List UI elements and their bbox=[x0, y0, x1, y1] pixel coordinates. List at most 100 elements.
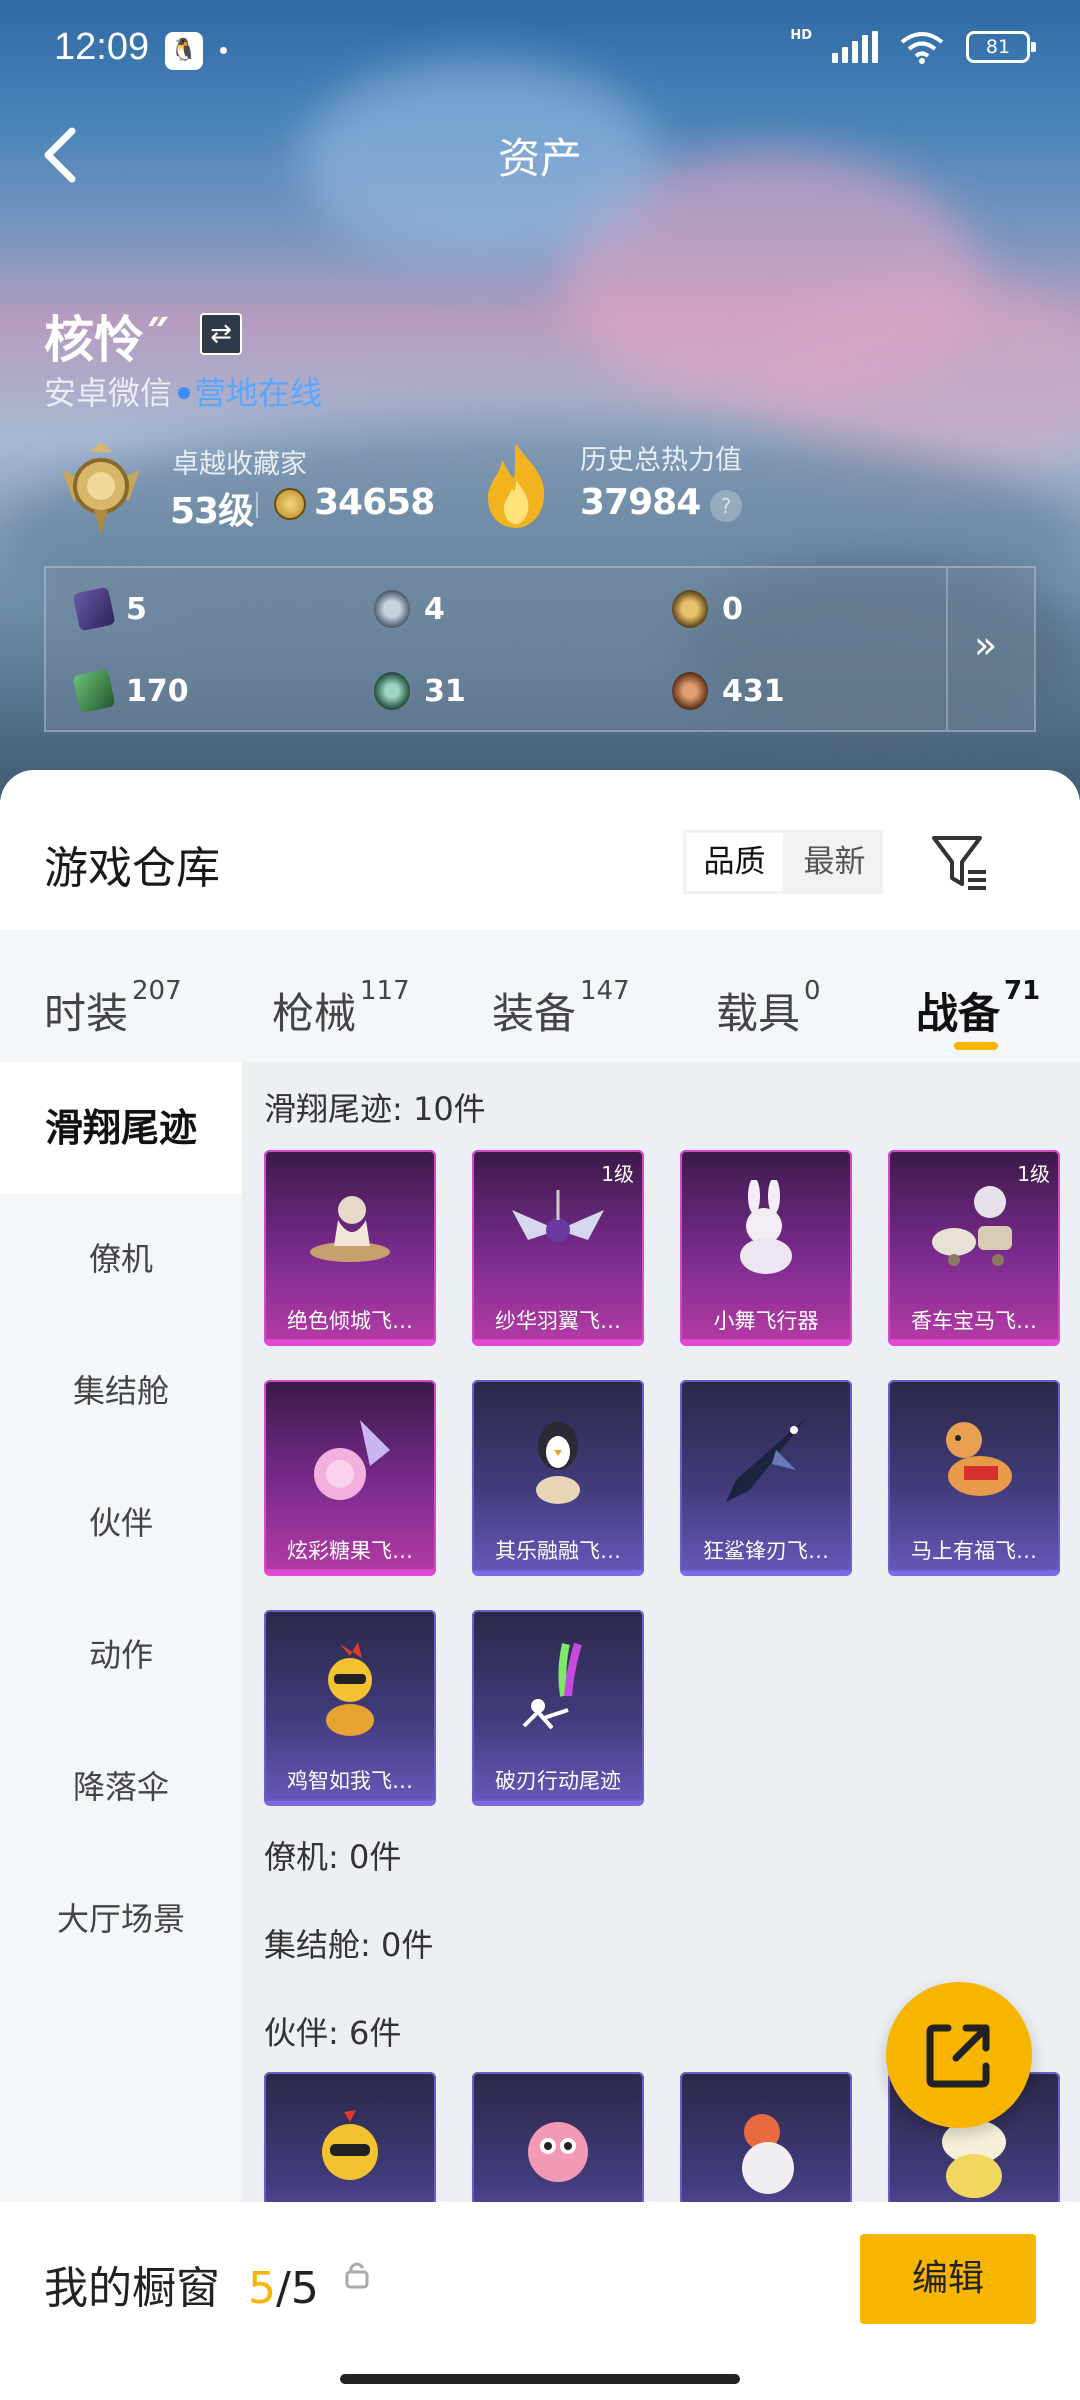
sidebar-item-wingman[interactable]: 僚机 bbox=[0, 1234, 242, 1280]
item-art-icon bbox=[522, 1642, 582, 1730]
status-bar: 12:09 🐧 HD 81 bbox=[0, 0, 1080, 100]
notification-dot-icon bbox=[220, 47, 227, 54]
home-indicator[interactable] bbox=[340, 2374, 740, 2384]
item-card[interactable]: 1级 纱华羽翼飞… bbox=[472, 1150, 644, 1346]
tab-equipment[interactable]: 装备 147 bbox=[492, 976, 630, 1041]
resource-value: 4 bbox=[424, 591, 445, 627]
item-name: 其乐融融飞… bbox=[495, 1539, 621, 1563]
tab-count: 207 bbox=[132, 976, 182, 1006]
showcase-separator: / bbox=[276, 2263, 291, 2314]
tab-label: 枪械 bbox=[272, 989, 357, 1038]
resource-panel[interactable]: 5 4 0 170 31 431 » bbox=[44, 566, 1036, 732]
showcase-bar: 我的橱窗 5/5 编辑 bbox=[0, 2202, 1080, 2400]
sidebar-item-pod[interactable]: 集结舱 bbox=[0, 1366, 242, 1412]
showcase-title: 我的橱窗 bbox=[44, 2263, 220, 2314]
partner-art-icon bbox=[322, 2110, 378, 2180]
flame-icon bbox=[488, 444, 545, 528]
switch-account-icon[interactable]: ⇄ bbox=[200, 313, 242, 355]
tab-weapons[interactable]: 枪械 117 bbox=[272, 976, 410, 1041]
item-card[interactable]: 狂鲨锋刃飞… bbox=[680, 1380, 852, 1576]
section-header-wingman: 僚机: 0件 bbox=[264, 1838, 402, 1876]
item-name: 纱华羽翼飞… bbox=[495, 1309, 621, 1333]
filter-icon[interactable] bbox=[930, 832, 990, 892]
section-header-glide: 滑翔尾迹: 10件 bbox=[264, 1090, 486, 1128]
sort-newest-button[interactable]: 最新 bbox=[786, 830, 883, 894]
tab-fashion[interactable]: 时装 207 bbox=[44, 976, 182, 1041]
hero-banner: 12:09 🐧 HD 81 资产 核怜˝ ⇄ 安卓微信 营地在线 卓越收藏家 53… bbox=[0, 0, 1080, 800]
online-dot-icon bbox=[178, 387, 191, 399]
item-art-icon bbox=[946, 1422, 1012, 1496]
green-orb-icon bbox=[374, 672, 410, 710]
item-name: 小舞飞行器 bbox=[713, 1309, 819, 1333]
item-card[interactable]: 马上有福飞… bbox=[888, 1380, 1060, 1576]
page-title: 资产 bbox=[497, 134, 582, 183]
active-tab-indicator bbox=[954, 1042, 998, 1050]
item-card[interactable]: 1级 香车宝马飞… bbox=[888, 1150, 1060, 1346]
rank-title: 卓越收藏家 bbox=[172, 449, 307, 480]
online-status: 营地在线 bbox=[194, 374, 323, 412]
sidebar-item-glide-trail[interactable]: 滑翔尾迹 bbox=[0, 1062, 242, 1194]
item-art-icon bbox=[512, 1190, 604, 1242]
tab-gear[interactable]: 战备 71 bbox=[916, 976, 1040, 1041]
help-icon[interactable]: ? bbox=[710, 490, 742, 522]
tab-count: 71 bbox=[1004, 976, 1041, 1006]
resource-value: 0 bbox=[722, 591, 743, 627]
edit-button[interactable]: 编辑 bbox=[860, 2234, 1036, 2324]
purple-card-icon bbox=[72, 586, 116, 632]
tab-vehicles[interactable]: 载具 0 bbox=[716, 976, 821, 1041]
item-art-icon bbox=[536, 1422, 580, 1504]
item-art-icon bbox=[932, 1186, 1012, 1266]
item-card[interactable]: 破刃行动尾迹 bbox=[472, 1610, 644, 1806]
item-name: 鸡智如我飞… bbox=[287, 1769, 413, 1793]
player-level: 53级 bbox=[170, 491, 254, 532]
item-card[interactable]: 小舞飞行器 bbox=[680, 1150, 852, 1346]
sidebar-item-lobby-scene[interactable]: 大厅场景 bbox=[0, 1894, 242, 1940]
resource-item: 31 bbox=[374, 672, 466, 710]
tab-label: 装备 bbox=[492, 989, 577, 1038]
item-card[interactable]: 绝色倾城飞… bbox=[264, 1150, 436, 1346]
signal-icon bbox=[832, 31, 878, 63]
resource-value: 170 bbox=[126, 673, 189, 709]
tab-label: 时装 bbox=[44, 989, 129, 1038]
stat-divider bbox=[256, 492, 258, 518]
tab-count: 0 bbox=[804, 976, 821, 1006]
item-name: 香车宝马飞… bbox=[911, 1309, 1037, 1333]
platform-line: 安卓微信 营地在线 bbox=[44, 368, 322, 414]
bronze-orb-icon bbox=[672, 672, 708, 710]
share-button[interactable] bbox=[886, 1982, 1032, 2128]
expand-more-icon[interactable]: » bbox=[974, 623, 997, 667]
tab-label: 战备 bbox=[916, 989, 1001, 1038]
item-name: 马上有福飞… bbox=[911, 1539, 1037, 1563]
tab-label: 载具 bbox=[716, 989, 801, 1038]
platform-label: 安卓微信 bbox=[44, 374, 173, 412]
item-card[interactable]: 鸡智如我飞… bbox=[264, 1610, 436, 1806]
item-art-icon bbox=[726, 1418, 806, 1502]
item-card[interactable]: 其乐融融飞… bbox=[472, 1380, 644, 1576]
resource-item: 170 bbox=[72, 668, 189, 714]
sidebar-item-parachute[interactable]: 降落伞 bbox=[0, 1762, 242, 1808]
tab-count: 117 bbox=[360, 976, 410, 1006]
showcase-total: 5 bbox=[290, 2263, 319, 2314]
coin-icon bbox=[274, 488, 306, 520]
app-screen: 12:09 🐧 HD 81 资产 核怜˝ ⇄ 安卓微信 营地在线 卓越收藏家 53… bbox=[0, 0, 1080, 2400]
panel-divider bbox=[946, 568, 948, 730]
heat-label: 历史总热力值 bbox=[580, 445, 742, 476]
item-name: 破刃行动尾迹 bbox=[495, 1769, 621, 1793]
sort-quality-button[interactable]: 品质 bbox=[686, 833, 783, 891]
resource-value: 31 bbox=[424, 673, 466, 709]
item-card[interactable]: 炫彩糖果飞… bbox=[264, 1380, 436, 1576]
item-name: 炫彩糖果飞… bbox=[287, 1539, 413, 1563]
showcase-label: 我的橱窗 5/5 bbox=[44, 2252, 319, 2316]
resource-value: 5 bbox=[126, 591, 147, 627]
partner-art-icon bbox=[528, 2122, 588, 2182]
heat-value: 37984 bbox=[580, 482, 701, 523]
sidebar-item-partner[interactable]: 伙伴 bbox=[0, 1498, 242, 1544]
sidebar-item-emote[interactable]: 动作 bbox=[0, 1630, 242, 1676]
battery-icon: 81 bbox=[966, 31, 1036, 63]
sort-toggle: 品质 最新 bbox=[683, 830, 883, 894]
section-header-pod: 集结舱: 0件 bbox=[264, 1926, 434, 1964]
item-art-icon bbox=[326, 1642, 374, 1736]
section-header-partner: 伙伴: 6件 bbox=[264, 2014, 402, 2052]
hd-label: HD bbox=[790, 27, 812, 43]
share-icon bbox=[926, 2024, 990, 2088]
